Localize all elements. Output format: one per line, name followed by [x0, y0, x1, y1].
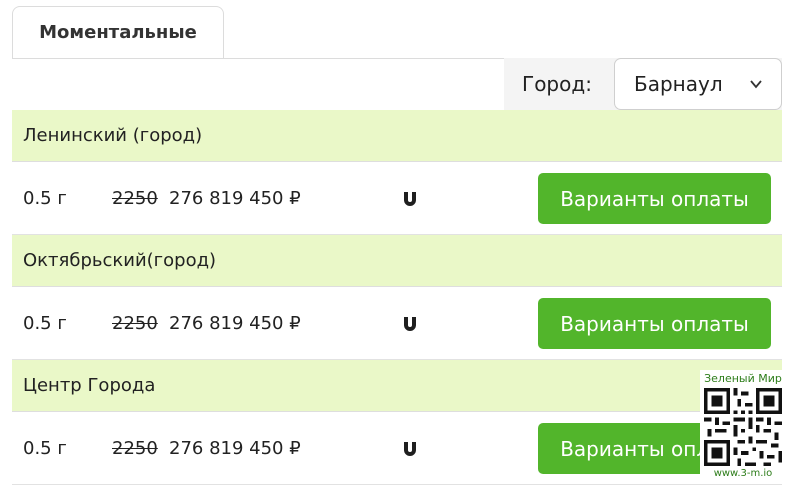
group-header: Октябрьский(город)	[12, 235, 782, 287]
weight: 0.5 г	[23, 312, 67, 334]
weight: 0.5 г	[23, 187, 67, 209]
city-select[interactable]: Барнаул	[614, 58, 782, 110]
old-price: 2250	[112, 312, 158, 334]
watermark: Зеленый Мир www.3-m.io	[700, 370, 786, 482]
product-row: 0.5 г 2250 276 819 450 ₽ Варианты оплаты	[12, 162, 782, 235]
price: 276 819 450 ₽	[169, 312, 301, 334]
price: 276 819 450 ₽	[169, 187, 301, 209]
old-price: 2250	[112, 187, 158, 209]
watermark-title: Зеленый Мир	[704, 372, 782, 385]
group-name: Центр Города	[23, 375, 156, 396]
city-select-value: Барнаул	[634, 72, 723, 96]
watermark-url: www.3-m.io	[713, 468, 773, 479]
group-name: Ленинский (город)	[23, 125, 203, 146]
product-row: 0.5 г 2250 276 819 450 ₽ Варианты оплаты	[12, 287, 782, 360]
tabs-bar: Моментальные	[0, 0, 800, 59]
qr-code-icon	[704, 388, 782, 466]
group-header: Ленинский (город)	[12, 110, 782, 162]
city-label: Город:	[522, 72, 592, 96]
chevron-down-icon	[750, 80, 762, 89]
payment-options-button[interactable]: Варианты оплаты	[538, 298, 771, 349]
product-list: Ленинский (город) 0.5 г 2250 276 819 450…	[12, 110, 782, 485]
tab-momentalnye[interactable]: Моментальные	[12, 6, 224, 59]
old-price: 2250	[112, 437, 158, 459]
city-filter: Город: Барнаул	[504, 58, 782, 110]
price: 276 819 450 ₽	[169, 437, 301, 459]
group-header: Центр Города	[12, 360, 782, 412]
group-name: Октябрьский(город)	[23, 250, 217, 271]
payment-options-button[interactable]: Варианты оплаты	[538, 173, 771, 224]
magnet-icon	[404, 192, 416, 206]
product-row: 0.5 г 2250 276 819 450 ₽ Варианты оплаты	[12, 412, 782, 485]
magnet-icon	[404, 317, 416, 331]
weight: 0.5 г	[23, 437, 67, 459]
magnet-icon	[404, 442, 416, 456]
